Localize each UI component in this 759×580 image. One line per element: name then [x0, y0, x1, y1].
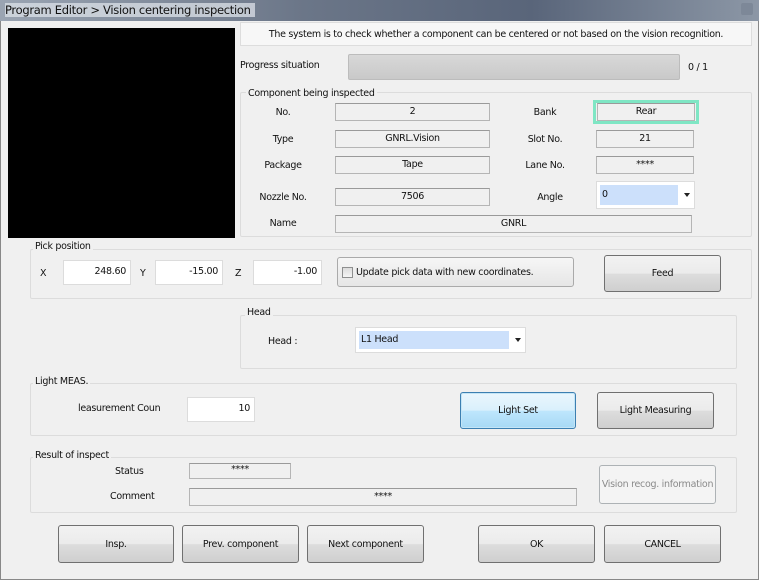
- angle-select[interactable]: 0: [596, 181, 695, 209]
- status-label: Status: [115, 466, 144, 477]
- measurement-count-label: leasurement Coun: [78, 403, 161, 414]
- comment-label: Comment: [110, 491, 155, 502]
- name-field: GNRL: [335, 215, 692, 233]
- head-value: L1 Head: [359, 331, 509, 349]
- no-label: No.: [275, 107, 291, 118]
- light-set-button[interactable]: Light Set: [460, 392, 576, 429]
- angle-value: 0: [600, 185, 678, 205]
- x-label: X: [40, 268, 47, 279]
- camera-view: [8, 28, 235, 238]
- no-field: 2: [335, 103, 490, 121]
- component-group-label: Component being inspected: [246, 88, 377, 99]
- close-button[interactable]: [741, 3, 753, 15]
- pick-group-label: Pick position: [33, 241, 93, 252]
- slot-field: 21: [596, 130, 694, 148]
- checkbox-icon: [342, 266, 353, 278]
- type-label: Type: [272, 134, 294, 145]
- status-field: ****: [189, 463, 291, 479]
- progress-text: 0 / 1: [688, 62, 708, 73]
- z-input[interactable]: -1.00: [253, 260, 322, 285]
- angle-label: Angle: [537, 192, 563, 203]
- prev-component-button[interactable]: Prev. component: [182, 525, 299, 563]
- light-group-label: Light MEAS.: [33, 376, 91, 387]
- result-group-label: Result of inspect: [33, 450, 111, 461]
- package-label: Package: [264, 160, 302, 171]
- vision-info-button[interactable]: Vision recog. information: [599, 465, 716, 504]
- bank-label: Bank: [533, 107, 557, 118]
- update-pick-label: Update pick data with new coordinates.: [356, 266, 534, 278]
- insp-button[interactable]: Insp.: [58, 525, 174, 563]
- head-label: Head :: [268, 336, 298, 347]
- lane-field: ****: [596, 156, 694, 174]
- head-select[interactable]: L1 Head: [355, 327, 526, 353]
- light-measuring-button[interactable]: Light Measuring: [597, 392, 714, 429]
- z-label: Z: [235, 268, 242, 279]
- x-input[interactable]: 248.60: [63, 260, 131, 285]
- head-group-label: Head: [245, 307, 273, 318]
- slot-label: Slot No.: [527, 134, 563, 145]
- chevron-down-icon: [684, 193, 690, 197]
- next-component-button[interactable]: Next component: [307, 525, 424, 563]
- lane-label: Lane No.: [525, 160, 565, 171]
- y-input[interactable]: -15.00: [155, 260, 223, 285]
- chevron-down-icon: [515, 338, 521, 342]
- progress-bar: [348, 54, 680, 80]
- nozzle-field: 7506: [335, 188, 490, 206]
- progress-label: Progress situation: [240, 60, 320, 71]
- ok-button[interactable]: OK: [478, 525, 595, 563]
- info-text: The system is to check whether a compone…: [240, 22, 752, 46]
- y-label: Y: [140, 268, 146, 279]
- nozzle-label: Nozzle No.: [259, 192, 307, 203]
- update-pick-checkbox[interactable]: Update pick data with new coordinates.: [337, 257, 574, 287]
- type-field: GNRL.Vision: [335, 130, 490, 148]
- comment-field: ****: [189, 488, 577, 506]
- name-label: Name: [269, 218, 297, 229]
- window-title: Program Editor > Vision centering inspec…: [5, 3, 255, 17]
- bank-field: Rear: [597, 103, 695, 121]
- feed-button[interactable]: Feed: [604, 255, 721, 292]
- package-field: Tape: [335, 156, 490, 174]
- measurement-count-input[interactable]: 10: [187, 397, 255, 422]
- cancel-button[interactable]: CANCEL: [604, 525, 721, 563]
